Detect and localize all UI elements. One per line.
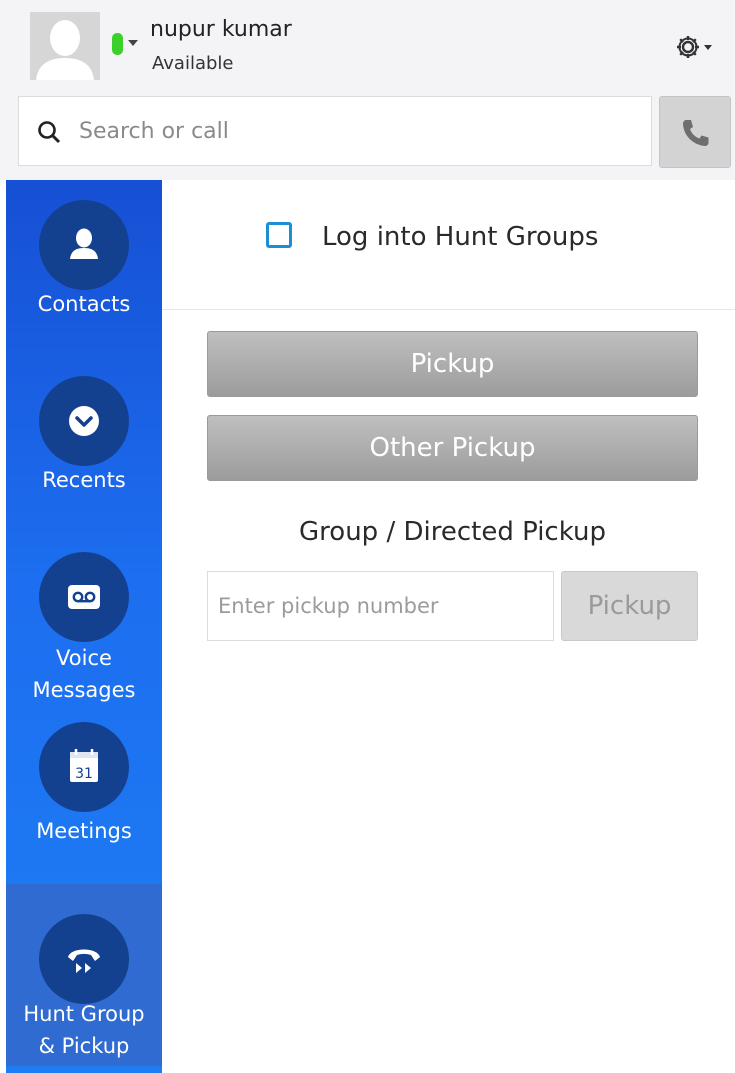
presence-dropdown-icon[interactable] [128,40,138,46]
gear-icon [677,36,712,58]
user-status[interactable]: Available [152,52,233,76]
hunt-groups-row: Log into Hunt Groups [162,180,735,310]
sidebar-item-label-line1: Hunt Group [23,1002,145,1026]
search-box[interactable] [18,96,652,166]
recents-circle [39,376,129,466]
sidebar-item-label: Meetings [36,819,132,843]
app-window: nupur kumar Available Search or call Con… [0,0,735,1073]
voice-messages-circle [39,552,129,642]
sidebar-item-hunt-group-pickup[interactable]: Hunt Group & Pickup [6,884,162,1066]
search-icon [38,121,61,144]
sidebar-item-recents[interactable]: Recents [6,356,162,532]
person-icon [70,228,98,259]
user-name: nupur kumar [150,17,292,42]
sidebar-item-meetings[interactable]: 31 Meetings [6,708,162,884]
other-pickup-button[interactable]: Other Pickup [207,415,698,481]
avatar[interactable] [30,12,100,80]
hunt-groups-label[interactable]: Log into Hunt Groups [322,220,598,254]
meetings-circle: 31 [39,722,129,812]
chevron-down-circle-icon [69,406,99,436]
presence-indicator [112,33,123,55]
group-directed-pickup-title: Group / Directed Pickup [299,517,606,547]
header: nupur kumar Available [0,0,735,180]
avatar-placeholder-icon [30,12,100,80]
hunt-group-circle [39,914,129,1004]
sidebar-item-voice-messages[interactable]: Voice Messages [6,532,162,708]
voicemail-icon [68,585,100,609]
hunt-groups-checkbox[interactable] [266,222,292,248]
sidebar: Contacts Recents Voice Messages 31 Meeti… [6,180,162,1073]
handset-pickup-icon [68,949,100,973]
sidebar-item-label: Recents [42,468,126,492]
sidebar-item-label: Contacts [37,292,131,316]
search-input[interactable] [77,115,637,147]
pickup-button[interactable]: Pickup [207,331,698,397]
call-button[interactable] [659,96,731,168]
calendar-day: 31 [75,766,93,782]
calendar-icon: 31 [70,749,98,782]
directed-pickup-button[interactable]: Pickup [561,571,698,641]
pickup-number-input[interactable] [207,571,554,641]
contacts-circle [39,200,129,290]
sidebar-item-contacts[interactable]: Contacts [6,180,162,356]
sidebar-item-label-line2: Messages [32,678,136,702]
phone-icon [683,120,709,146]
sidebar-item-label-line2: & Pickup [38,1034,130,1058]
settings-button[interactable] [672,30,722,64]
sidebar-item-label-line1: Voice [56,646,112,670]
